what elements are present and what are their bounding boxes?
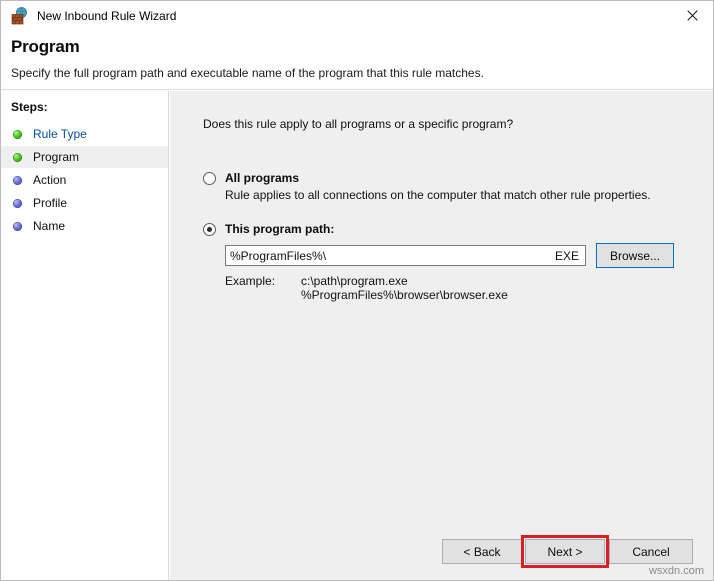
watermark: wsxdn.com xyxy=(649,565,704,577)
content-panel: Does this rule apply to all programs or … xyxy=(170,91,714,581)
sidebar-item-label: Profile xyxy=(33,196,67,210)
step-bullet-icon xyxy=(13,130,22,139)
window-title: New Inbound Rule Wizard xyxy=(37,9,176,23)
sidebar-item-program[interactable]: Program xyxy=(1,146,168,168)
next-button[interactable]: Next > xyxy=(525,539,605,564)
sidebar-item-label: Action xyxy=(33,173,66,187)
firewall-globe-icon xyxy=(10,7,28,25)
step-bullet-icon xyxy=(13,222,22,231)
page-header: Program Specify the full program path an… xyxy=(1,31,714,90)
example-values: c:\path\program.exe %ProgramFiles%\brows… xyxy=(301,274,508,302)
sidebar-item-rule-type[interactable]: Rule Type xyxy=(1,123,168,145)
sidebar-item-label: Rule Type xyxy=(33,127,87,141)
program-path-value: %ProgramFiles%\ xyxy=(230,249,326,263)
steps-heading: Steps: xyxy=(11,100,48,114)
example-line-1: c:\path\program.exe xyxy=(301,274,508,288)
close-button[interactable] xyxy=(670,1,714,30)
question-text: Does this rule apply to all programs or … xyxy=(203,117,513,131)
sidebar-item-label: Name xyxy=(33,219,65,233)
steps-sidebar: Steps: Rule Type Program Action Profile … xyxy=(1,91,169,581)
back-button[interactable]: < Back xyxy=(442,539,522,564)
sidebar-item-action[interactable]: Action xyxy=(1,169,168,191)
program-path-input[interactable]: %ProgramFiles%\ EXE xyxy=(225,245,586,266)
title-bar: New Inbound Rule Wizard xyxy=(1,1,714,31)
option-description: Rule applies to all connections on the c… xyxy=(225,188,651,202)
program-path-row: %ProgramFiles%\ EXE Browse... xyxy=(225,245,685,267)
cancel-button[interactable]: Cancel xyxy=(609,539,693,564)
page-title: Program xyxy=(11,37,80,57)
program-path-suffix: EXE xyxy=(555,249,579,263)
radio-this-program-path[interactable] xyxy=(203,223,216,236)
option-this-program-path[interactable]: This program path: xyxy=(203,222,334,236)
page-subtitle: Specify the full program path and execut… xyxy=(11,66,484,80)
option-label: All programs xyxy=(225,171,299,185)
example-label: Example: xyxy=(225,274,275,288)
option-all-programs[interactable]: All programs Rule applies to all connect… xyxy=(203,171,651,202)
sidebar-item-label: Program xyxy=(33,150,79,164)
option-label: This program path: xyxy=(225,222,334,236)
sidebar-item-name[interactable]: Name xyxy=(1,215,168,237)
step-bullet-icon xyxy=(13,199,22,208)
step-bullet-icon xyxy=(13,176,22,185)
step-bullet-icon xyxy=(13,153,22,162)
browse-button[interactable]: Browse... xyxy=(596,243,674,268)
example-line-2: %ProgramFiles%\browser\browser.exe xyxy=(301,288,508,302)
close-icon xyxy=(687,10,698,21)
radio-all-programs[interactable] xyxy=(203,172,216,185)
sidebar-item-profile[interactable]: Profile xyxy=(1,192,168,214)
new-inbound-rule-wizard-window: New Inbound Rule Wizard Program Specify … xyxy=(0,0,714,581)
